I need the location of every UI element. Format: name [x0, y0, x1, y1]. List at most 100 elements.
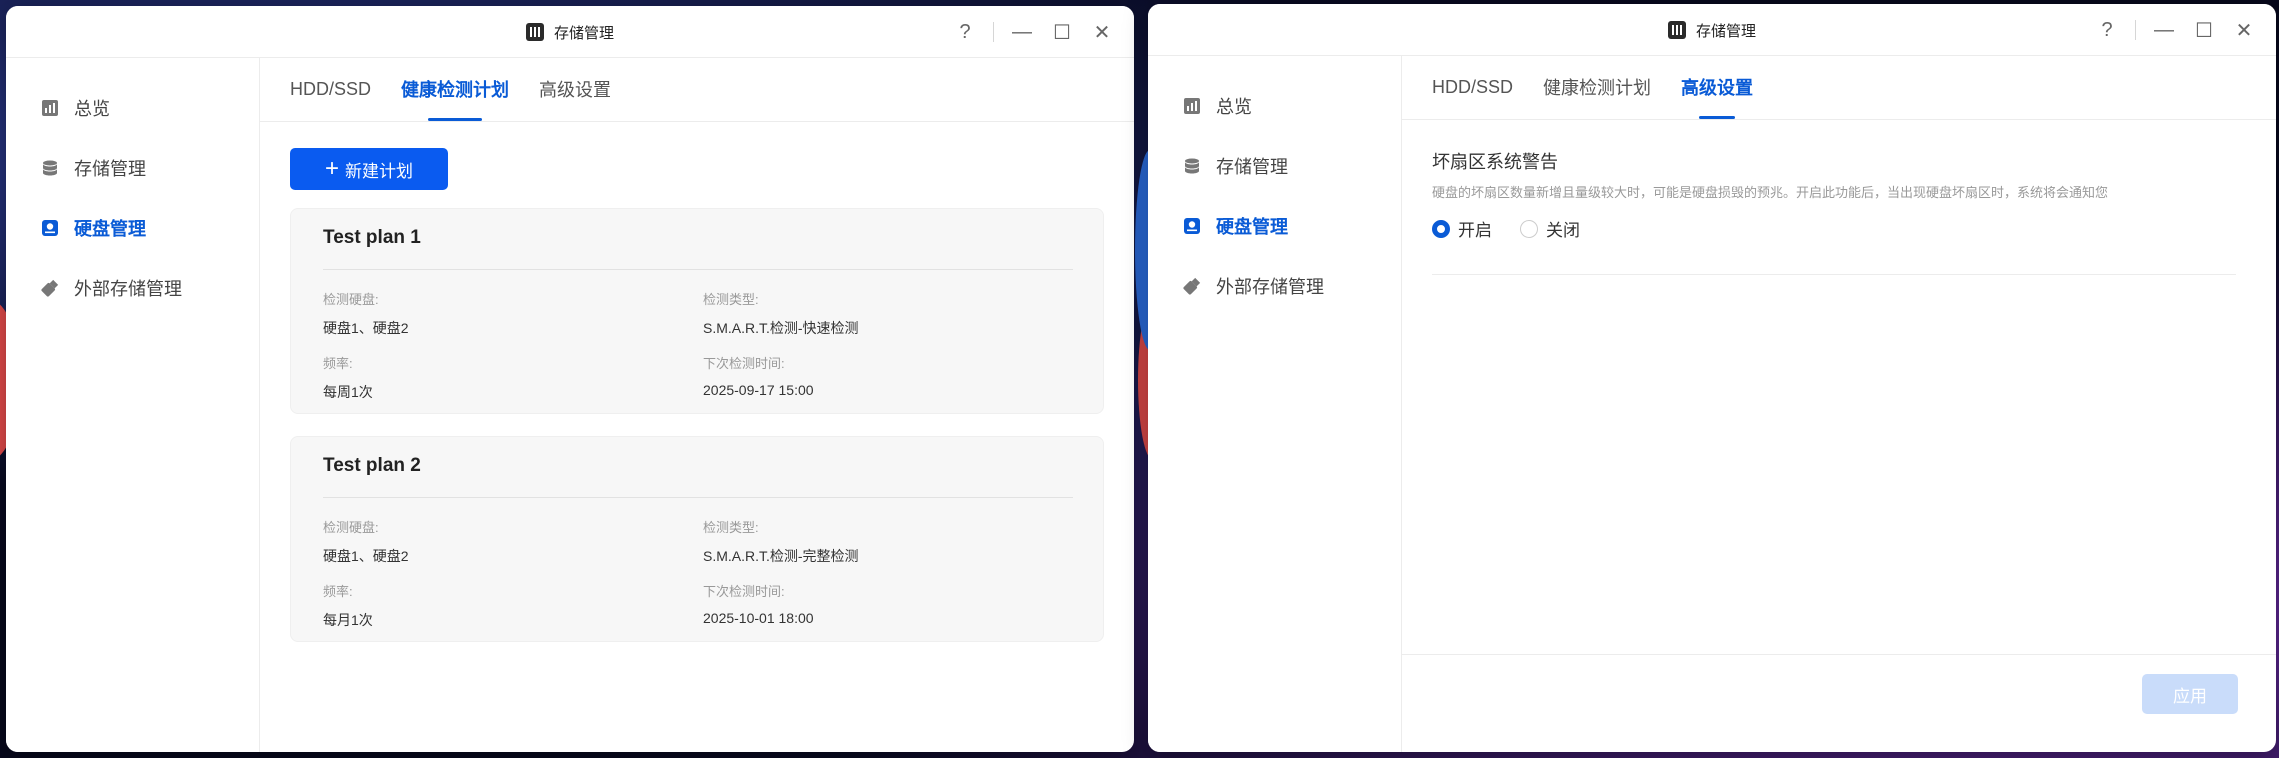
sidebar-item-label: 存储管理	[1216, 157, 1288, 177]
next-run-label: 下次检测时间:	[703, 584, 785, 599]
type-label: 检测类型:	[703, 292, 759, 307]
type-label: 检测类型:	[703, 520, 759, 535]
disks-label: 检测硬盘:	[323, 292, 379, 307]
card-divider	[323, 497, 1073, 498]
frequency-label: 频率:	[323, 356, 353, 371]
warning-toggle-group: 开启 关闭	[1432, 216, 1580, 241]
bad-sector-warning-title: 坏扇区系统警告	[1432, 152, 1558, 172]
controls-divider	[2135, 20, 2136, 40]
title-bar: 存储管理 ? — ☐ ✕	[6, 6, 1134, 58]
next-run-label: 下次检测时间:	[703, 356, 785, 371]
frequency-value: 每周1次	[323, 384, 373, 400]
radio-selected-icon	[1432, 219, 1450, 238]
sidebar-item-label: 总览	[74, 99, 110, 119]
window-title-text: 存储管理	[1695, 22, 1756, 40]
type-value: S.M.A.R.T.检测-完整检测	[703, 548, 859, 564]
sidebar-item-storage[interactable]: 存储管理	[1148, 136, 1401, 196]
disk-icon	[1182, 216, 1202, 236]
bad-sector-warning-description: 硬盘的坏扇区数量新增且量级较大时，可能是硬盘损毁的预兆。开启此功能后，当出现硬盘…	[1432, 185, 2109, 200]
radio-disable[interactable]: 关闭	[1520, 216, 1580, 241]
database-icon	[1182, 156, 1202, 176]
new-plan-label: 新建计划	[345, 161, 413, 181]
type-value: S.M.A.R.T.检测-快速检测	[703, 320, 859, 336]
sidebar-item-label: 外部存储管理	[1216, 277, 1324, 297]
disks-field: 检测硬盘: 硬盘1、硬盘2	[323, 517, 409, 566]
maximize-icon[interactable]: ☐	[2186, 12, 2222, 48]
plan-card[interactable]: Test plan 1 检测硬盘: 硬盘1、硬盘2 检测类型: S.M.A.R.…	[290, 208, 1104, 414]
sidebar-item-disk[interactable]: 硬盘管理	[6, 198, 259, 258]
frequency-value: 每月1次	[323, 612, 373, 628]
storage-window-right: 存储管理 ? — ☐ ✕ 总览 存储管理 硬盘管理 外部存储管理 HDD/SSD…	[1148, 4, 2276, 752]
chart-icon	[1182, 96, 1202, 116]
card-divider	[323, 269, 1073, 270]
sidebar-item-label: 外部存储管理	[74, 279, 182, 299]
sidebar-item-external[interactable]: 外部存储管理	[6, 258, 259, 318]
sidebar-item-label: 存储管理	[74, 159, 146, 179]
minimize-icon[interactable]: —	[2146, 12, 2182, 48]
plan-title: Test plan 1	[323, 227, 421, 248]
disks-label: 检测硬盘:	[323, 520, 379, 535]
disk-icon	[40, 218, 60, 238]
window-controls: ? — ☐ ✕	[947, 6, 1120, 58]
radio-disable-label: 关闭	[1546, 221, 1580, 240]
minimize-icon[interactable]: —	[1004, 14, 1040, 50]
next-run-field: 下次检测时间: 2025-10-01 18:00	[703, 581, 814, 626]
maximize-icon[interactable]: ☐	[1044, 14, 1080, 50]
main-content: HDD/SSD 健康检测计划 高级设置 + 新建计划 Test plan 1 检…	[260, 58, 1134, 752]
plan-card[interactable]: Test plan 2 检测硬盘: 硬盘1、硬盘2 检测类型: S.M.A.R.…	[290, 436, 1104, 642]
window-title-text: 存储管理	[553, 24, 614, 42]
tab-advanced[interactable]: 高级设置	[1681, 55, 1753, 119]
storage-app-icon	[1667, 21, 1686, 39]
tab-health-plan[interactable]: 健康检测计划	[1543, 55, 1651, 119]
sidebar: 总览 存储管理 硬盘管理 外部存储管理	[1148, 56, 1402, 752]
frequency-label: 频率:	[323, 584, 353, 599]
database-icon	[40, 158, 60, 178]
window-controls: ? — ☐ ✕	[2089, 4, 2262, 56]
sidebar: 总览 存储管理 硬盘管理 外部存储管理	[6, 58, 260, 752]
next-run-field: 下次检测时间: 2025-09-17 15:00	[703, 353, 814, 398]
usb-icon	[1182, 276, 1202, 296]
usb-icon	[40, 278, 60, 298]
tab-advanced[interactable]: 高级设置	[539, 57, 611, 121]
storage-window-left: 存储管理 ? — ☐ ✕ 总览 存储管理 硬盘管理 外部存储管理 HDD/SSD…	[6, 6, 1134, 752]
disks-value: 硬盘1、硬盘2	[323, 320, 409, 336]
controls-divider	[993, 22, 994, 42]
section-divider	[1432, 274, 2236, 275]
plan-title: Test plan 2	[323, 455, 421, 476]
type-field: 检测类型: S.M.A.R.T.检测-快速检测	[703, 289, 859, 338]
type-field: 检测类型: S.M.A.R.T.检测-完整检测	[703, 517, 859, 566]
help-icon[interactable]: ?	[2089, 12, 2125, 48]
sidebar-item-label: 硬盘管理	[1216, 217, 1288, 237]
sidebar-item-external[interactable]: 外部存储管理	[1148, 256, 1401, 316]
new-plan-button[interactable]: + 新建计划	[290, 148, 448, 190]
sidebar-item-storage[interactable]: 存储管理	[6, 138, 259, 198]
frequency-field: 频率: 每月1次	[323, 581, 373, 630]
chart-icon	[40, 98, 60, 118]
sidebar-item-overview[interactable]: 总览	[1148, 76, 1401, 136]
plus-icon: +	[324, 155, 339, 182]
footer-bar: 应用	[1402, 654, 2276, 752]
next-run-value: 2025-09-17 15:00	[703, 382, 814, 398]
frequency-field: 频率: 每周1次	[323, 353, 373, 402]
tab-hdd-ssd[interactable]: HDD/SSD	[1432, 55, 1513, 119]
main-content: HDD/SSD 健康检测计划 高级设置 坏扇区系统警告 硬盘的坏扇区数量新增且量…	[1402, 56, 2276, 752]
radio-enable[interactable]: 开启	[1432, 216, 1492, 241]
sidebar-item-disk[interactable]: 硬盘管理	[1148, 196, 1401, 256]
radio-enable-label: 开启	[1458, 221, 1492, 240]
close-icon[interactable]: ✕	[2226, 12, 2262, 48]
sidebar-item-label: 总览	[1216, 97, 1252, 117]
disks-value: 硬盘1、硬盘2	[323, 548, 409, 564]
tab-health-plan[interactable]: 健康检测计划	[401, 57, 509, 121]
sidebar-item-overview[interactable]: 总览	[6, 78, 259, 138]
next-run-value: 2025-10-01 18:00	[703, 610, 814, 626]
apply-button[interactable]: 应用	[2142, 674, 2238, 714]
tab-bar: HDD/SSD 健康检测计划 高级设置	[260, 58, 1134, 122]
tab-hdd-ssd[interactable]: HDD/SSD	[290, 57, 371, 121]
help-icon[interactable]: ?	[947, 14, 983, 50]
storage-app-icon	[525, 23, 544, 41]
radio-unselected-icon	[1520, 219, 1538, 238]
tab-bar: HDD/SSD 健康检测计划 高级设置	[1402, 56, 2276, 120]
disks-field: 检测硬盘: 硬盘1、硬盘2	[323, 289, 409, 338]
close-icon[interactable]: ✕	[1084, 14, 1120, 50]
sidebar-item-label: 硬盘管理	[74, 219, 146, 239]
